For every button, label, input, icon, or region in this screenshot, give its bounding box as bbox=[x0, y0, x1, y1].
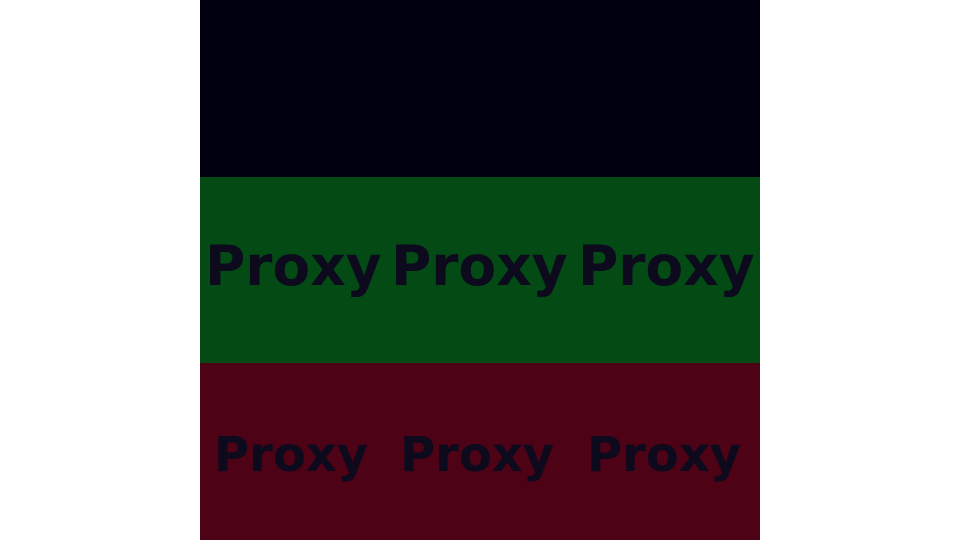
middle-word-3: Proxy bbox=[578, 234, 755, 298]
bottom-word-3: Proxy bbox=[587, 427, 742, 483]
middle-word-1: Proxy bbox=[205, 234, 382, 298]
middle-band: Proxy Proxy Proxy bbox=[200, 177, 760, 363]
top-band bbox=[200, 0, 760, 177]
image-canvas: Proxy Proxy Proxy Proxy Proxy Proxy bbox=[200, 0, 760, 540]
middle-word-2: Proxy bbox=[391, 234, 568, 298]
bottom-word-1: Proxy bbox=[214, 427, 369, 483]
bottom-band: Proxy Proxy Proxy bbox=[200, 363, 760, 540]
bottom-word-2: Proxy bbox=[400, 427, 555, 483]
